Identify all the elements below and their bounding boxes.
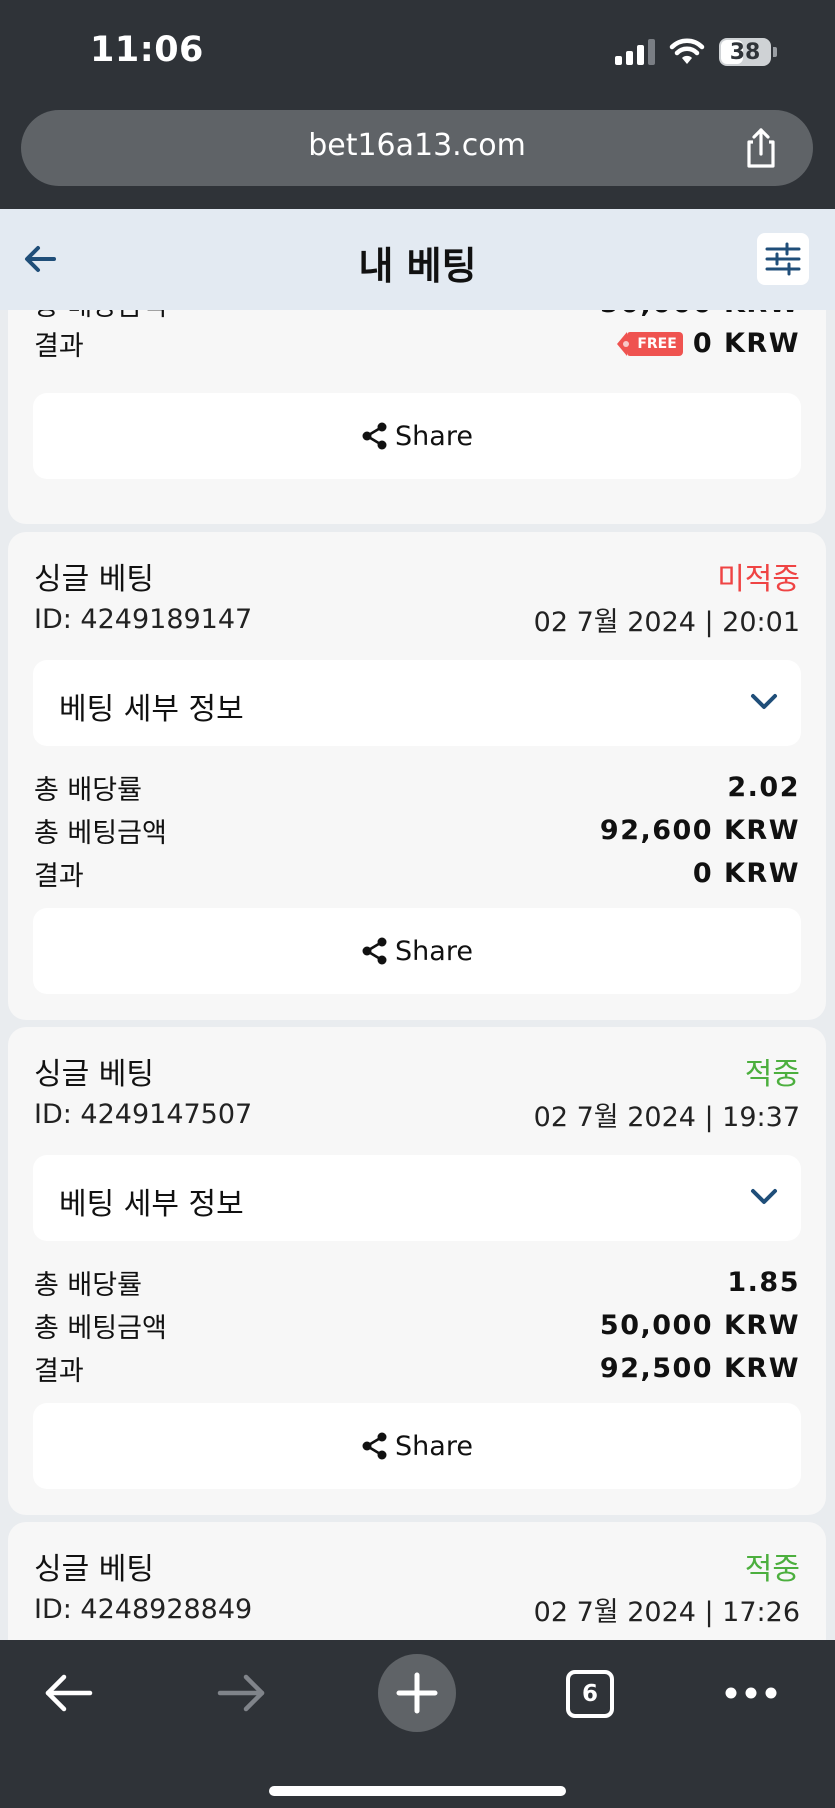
browser-back-icon[interactable]	[40, 1668, 96, 1718]
total-stake-value: 50,000 KRW	[599, 1310, 800, 1341]
bet-card: 총 배당금액 50,000 KRW 결과 FREE 0 KRW Share	[8, 310, 826, 524]
filter-sliders-icon	[765, 242, 801, 276]
app-header: 내 베팅	[0, 209, 835, 310]
new-tab-plus-icon[interactable]	[378, 1654, 456, 1732]
bet-type: 싱글 베팅	[34, 562, 154, 597]
share-icon	[362, 1432, 387, 1460]
battery-level: 38	[729, 39, 761, 65]
cellular-signal-icon	[615, 39, 655, 65]
more-options-icon[interactable]	[724, 1686, 778, 1700]
wifi-icon	[669, 38, 705, 64]
total-stake-row: 총 베팅금액 92,600 KRW	[34, 811, 800, 850]
result-row: 결과 0 KRW	[34, 854, 800, 893]
result-value: 0 KRW	[692, 328, 800, 359]
bet-details-label: 베팅 세부 정보	[59, 1187, 244, 1222]
status-badge: 미적중	[717, 562, 800, 597]
bet-card-header: 싱글 베팅 적중	[34, 1049, 800, 1093]
url-text: bet16a13.com	[308, 128, 526, 163]
total-odds-row: 총 배당률 1.85	[34, 1263, 800, 1302]
bet-id: ID: 4249189147	[34, 604, 253, 635]
result-row: 결과 FREE 0 KRW	[34, 324, 800, 363]
bet-datetime: 02 7월 2024 | 19:37	[533, 1102, 800, 1133]
bet-meta-row: ID: 4249147507 02 7월 2024 | 19:37	[34, 1095, 800, 1134]
result-row: 결과 92,500 KRW	[34, 1349, 800, 1388]
battery-icon: 38	[719, 38, 771, 66]
share-button[interactable]: Share	[33, 1403, 801, 1489]
total-payout-value: 50,000 KRW	[600, 310, 800, 319]
filter-button[interactable]	[757, 233, 809, 285]
total-stake-value: 92,600 KRW	[599, 815, 800, 846]
share-button[interactable]: Share	[33, 908, 801, 994]
result-label: 결과	[34, 1356, 84, 1387]
chevron-down-icon	[751, 1189, 777, 1204]
total-payout-label: 총 배당금액	[34, 310, 167, 323]
home-indicator	[269, 1786, 566, 1796]
bet-type: 싱글 베팅	[34, 1057, 154, 1092]
bet-card-header: 싱글 베팅 미적중	[34, 554, 800, 598]
share-label: Share	[395, 935, 473, 967]
page-title: 내 베팅	[358, 244, 477, 288]
bet-card: 싱글 베팅 적중 ID: 4249147507 02 7월 2024 | 19:…	[8, 1027, 826, 1515]
bet-datetime: 02 7월 2024 | 17:26	[533, 1597, 800, 1628]
total-payout-row: 총 배당금액 50,000 KRW	[34, 310, 800, 323]
browser-forward-icon[interactable]	[214, 1668, 270, 1718]
bet-details-toggle[interactable]: 베팅 세부 정보	[33, 1155, 801, 1241]
chevron-down-icon	[751, 694, 777, 709]
total-odds-value: 2.02	[727, 772, 800, 803]
total-stake-label: 총 베팅금액	[34, 1313, 167, 1344]
result-value: 92,500 KRW	[599, 1353, 800, 1384]
status-badge: 적중	[744, 1057, 800, 1092]
result-label: 결과	[34, 331, 84, 362]
bet-datetime: 02 7월 2024 | 20:01	[533, 607, 800, 638]
bet-id: ID: 4249147507	[34, 1099, 253, 1130]
bet-id: ID: 4248928849	[34, 1594, 253, 1625]
bet-meta-row: ID: 4249189147 02 7월 2024 | 20:01	[34, 600, 800, 639]
total-stake-row: 총 베팅금액 50,000 KRW	[34, 1306, 800, 1345]
share-button[interactable]: Share	[33, 393, 801, 479]
total-odds-label: 총 배당률	[34, 1270, 142, 1301]
share-icon	[362, 937, 387, 965]
status-icons: 38	[615, 38, 777, 66]
share-label: Share	[395, 1430, 473, 1462]
status-badge: 적중	[744, 1552, 800, 1587]
browser-top-bar: 11:06 38 bet16a13.com	[0, 0, 835, 209]
share-label: Share	[395, 420, 473, 452]
bet-details-toggle[interactable]: 베팅 세부 정보	[33, 660, 801, 746]
total-stake-label: 총 베팅금액	[34, 818, 167, 849]
total-odds-value: 1.85	[727, 1267, 800, 1298]
tab-count-button[interactable]: 6	[566, 1670, 614, 1718]
total-odds-row: 총 배당률 2.02	[34, 768, 800, 807]
bet-meta-row: ID: 4248928849 02 7월 2024 | 17:26	[34, 1590, 800, 1629]
total-odds-label: 총 배당률	[34, 775, 142, 806]
bet-card: 싱글 베팅 적중 ID: 4248928849 02 7월 2024 | 17:…	[8, 1522, 826, 1640]
browser-toolbar: 6	[0, 1640, 835, 1808]
share-icon	[362, 422, 387, 450]
bet-type: 싱글 베팅	[34, 1552, 154, 1587]
status-time: 11:06	[90, 30, 204, 70]
bet-list[interactable]: 총 배당금액 50,000 KRW 결과 FREE 0 KRW Share 싱글…	[0, 310, 835, 1640]
result-value: 0 KRW	[692, 858, 800, 889]
bet-card-header: 싱글 베팅 적중	[34, 1544, 800, 1588]
result-label: 결과	[34, 861, 84, 892]
bet-details-label: 베팅 세부 정보	[59, 692, 244, 727]
share-page-icon[interactable]	[737, 124, 785, 172]
free-bet-tag-icon: FREE	[617, 331, 683, 356]
url-bar[interactable]: bet16a13.com	[21, 110, 813, 186]
bet-card: 싱글 베팅 미적중 ID: 4249189147 02 7월 2024 | 20…	[8, 532, 826, 1020]
